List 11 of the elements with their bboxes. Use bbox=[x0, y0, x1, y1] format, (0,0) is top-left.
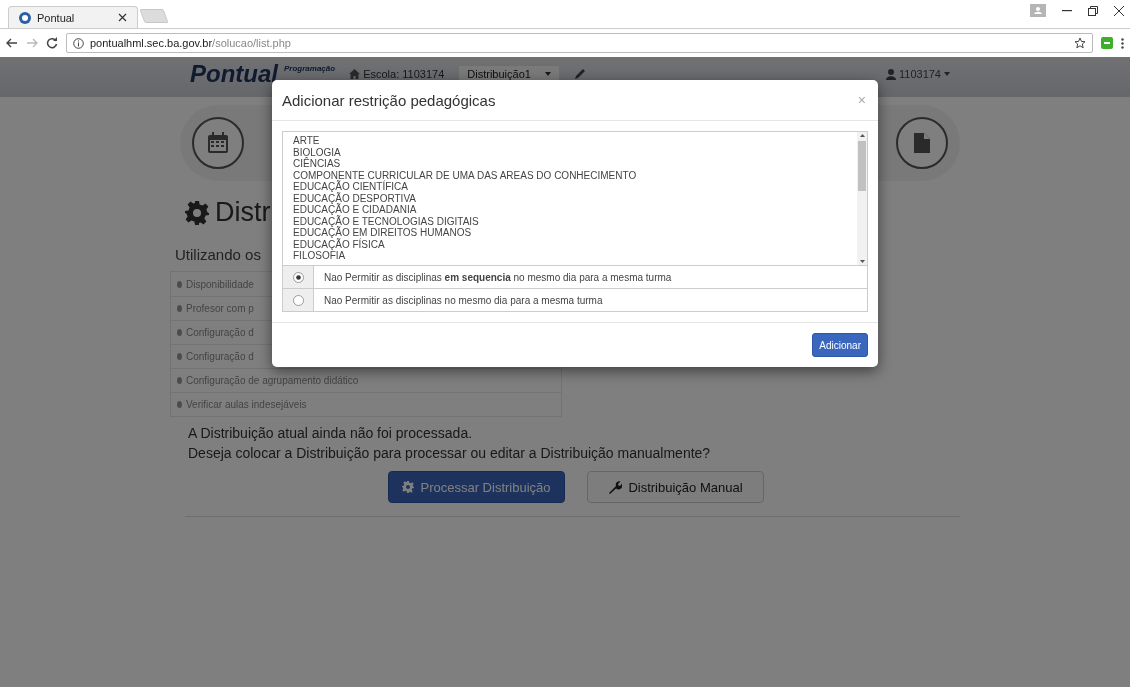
option-label: Nao Permitir as disciplinas no mesmo dia para a mesma turma bbox=[324, 294, 603, 306]
dialog-title: Adicionar restrição pedagógicas bbox=[282, 91, 496, 109]
url-text: pontualhml.sec.ba.gov.br/solucao/list.php bbox=[90, 37, 291, 49]
message-text: A Distribuição atual ainda não foi processada. bbox=[188, 424, 474, 443]
school-label: Escola: 1103174 bbox=[363, 68, 445, 80]
option-label: Nao Permitir as disciplinas em sequencia no mesmo dia para a mesma turma bbox=[324, 271, 672, 283]
tab-title: Pontual bbox=[37, 11, 76, 24]
message-text: Deseja colocar a Distribuição para processar ou editar a Distribuição manualmente? bbox=[188, 444, 712, 463]
brand-subtitle: Programação bbox=[284, 64, 336, 73]
page-heading: Distr bbox=[215, 197, 271, 228]
intro-text: Utilizando os bbox=[175, 246, 261, 263]
